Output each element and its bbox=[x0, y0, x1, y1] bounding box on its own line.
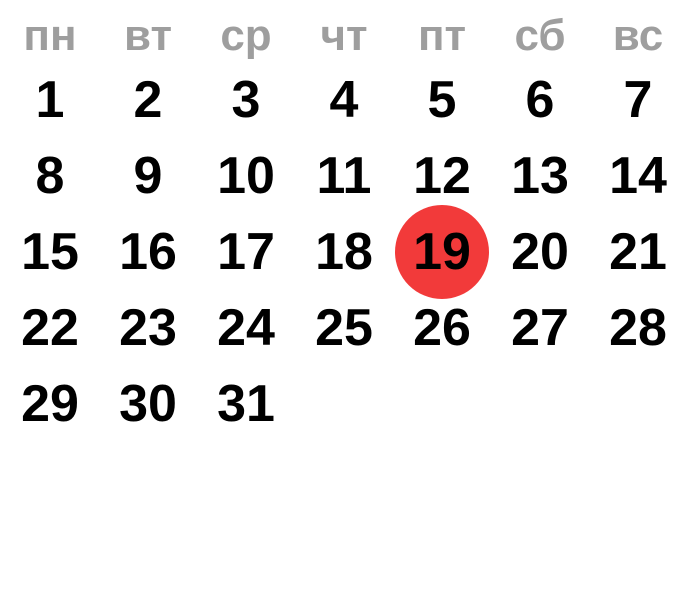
day-number: 16 bbox=[119, 223, 177, 281]
day-cell[interactable]: 13 bbox=[490, 138, 590, 214]
weekday-header-wed: ср bbox=[220, 11, 272, 60]
weekday-header-tue: вт bbox=[123, 11, 173, 60]
day-number: 13 bbox=[511, 147, 569, 205]
day-cell[interactable]: 24 bbox=[196, 290, 296, 366]
day-cell[interactable]: 10 bbox=[196, 138, 296, 214]
day-number: 11 bbox=[316, 147, 372, 205]
day-number: 22 bbox=[21, 299, 79, 357]
weekday-header-mon: пн bbox=[23, 11, 77, 60]
day-number: 8 bbox=[35, 147, 65, 205]
day-cell[interactable]: 18 bbox=[294, 214, 394, 290]
day-cell[interactable]: 29 bbox=[0, 366, 100, 442]
day-cell[interactable]: 14 bbox=[588, 138, 688, 214]
day-number: 14 bbox=[609, 147, 667, 205]
day-cell[interactable]: 4 bbox=[294, 62, 394, 138]
day-number: 28 bbox=[609, 299, 667, 357]
day-number: 3 bbox=[231, 71, 261, 129]
day-number: 25 bbox=[315, 299, 373, 357]
day-cell[interactable]: 28 bbox=[588, 290, 688, 366]
weekday-header-fri: пт bbox=[417, 11, 467, 60]
day-cell[interactable]: 26 bbox=[392, 290, 492, 366]
day-cell[interactable]: 21 bbox=[588, 214, 688, 290]
day-number: 20 bbox=[511, 223, 569, 281]
day-cell[interactable]: 3 bbox=[196, 62, 296, 138]
day-number: 17 bbox=[217, 223, 275, 281]
day-number: 29 bbox=[21, 375, 79, 433]
day-cell[interactable]: 15 bbox=[0, 214, 100, 290]
weekday-header-thu: чт bbox=[320, 11, 368, 60]
day-number: 24 bbox=[217, 299, 275, 357]
day-number: 30 bbox=[119, 375, 177, 433]
day-number: 10 bbox=[217, 147, 275, 205]
weekday-header-sun: вс bbox=[612, 11, 664, 60]
day-cell[interactable]: 23 bbox=[98, 290, 198, 366]
day-number: 5 bbox=[427, 71, 457, 129]
day-cell[interactable]: 11 bbox=[294, 138, 394, 214]
day-cell[interactable]: 30 bbox=[98, 366, 198, 442]
day-cell[interactable]: 12 bbox=[392, 138, 492, 214]
day-number: 18 bbox=[315, 223, 373, 281]
day-number: 4 bbox=[329, 71, 359, 129]
day-cell[interactable]: 9 bbox=[98, 138, 198, 214]
day-cell[interactable]: 5 bbox=[392, 62, 492, 138]
day-number: 9 bbox=[133, 147, 163, 205]
day-cell[interactable]: 31 bbox=[196, 366, 296, 442]
day-cell[interactable]: 1 bbox=[0, 62, 100, 138]
day-number: 21 bbox=[609, 223, 667, 281]
day-cell[interactable]: 2 bbox=[98, 62, 198, 138]
day-number: 1 bbox=[35, 71, 65, 129]
day-number: 7 bbox=[623, 71, 653, 129]
day-cell[interactable]: 22 bbox=[0, 290, 100, 366]
day-number: 15 bbox=[21, 223, 79, 281]
day-cell[interactable]: 17 bbox=[196, 214, 296, 290]
day-number: 27 bbox=[511, 299, 569, 357]
day-number: 2 bbox=[133, 71, 163, 129]
weekday-header-sat: сб bbox=[514, 11, 566, 60]
day-number: 23 bbox=[119, 299, 177, 357]
day-cell[interactable]: 16 bbox=[98, 214, 198, 290]
day-number: 19 bbox=[413, 223, 471, 281]
day-number: 12 bbox=[413, 147, 471, 205]
day-cell[interactable]: 7 bbox=[588, 62, 688, 138]
day-cell-today[interactable]: 19 bbox=[392, 205, 492, 299]
day-number: 6 bbox=[525, 71, 555, 129]
day-cell[interactable]: 25 bbox=[294, 290, 394, 366]
day-cell[interactable]: 27 bbox=[490, 290, 590, 366]
day-cell[interactable]: 20 bbox=[490, 214, 590, 290]
day-cell[interactable]: 6 bbox=[490, 62, 590, 138]
day-number: 26 bbox=[413, 299, 471, 357]
month-calendar: пн вт ср чт пт сб вс 1 2 3 4 5 6 7 8 9 10 11 12 13 14… bbox=[0, 0, 698, 596]
day-number: 31 bbox=[217, 375, 275, 433]
day-cell[interactable]: 8 bbox=[0, 138, 100, 214]
